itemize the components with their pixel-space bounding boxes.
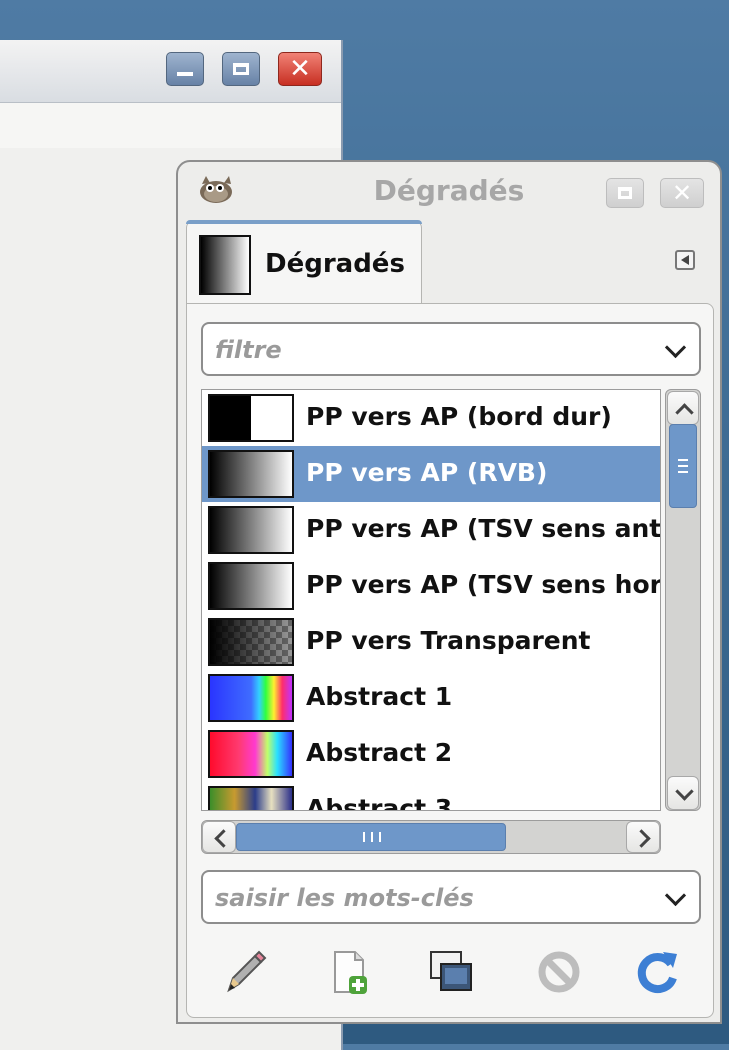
gradient-name: Abstract 2 (306, 738, 453, 767)
chevron-down-icon[interactable] (664, 336, 687, 359)
vertical-scroll-thumb[interactable] (669, 424, 697, 508)
scroll-left-button[interactable] (202, 821, 236, 853)
gradient-swatch (208, 506, 294, 554)
chevron-down-icon[interactable] (664, 884, 687, 907)
gradient-list[interactable]: PP vers AP (bord dur) PP vers AP (RVB) P… (201, 389, 661, 811)
pencil-icon[interactable] (221, 948, 269, 996)
gradient-name: PP vers AP (TSV sens horaire) (306, 570, 661, 599)
horizontal-scroll-thumb[interactable] (236, 823, 506, 851)
gradient-name: PP vers AP (bord dur) (306, 402, 612, 431)
list-item[interactable]: Abstract 1 (202, 670, 660, 726)
list-item[interactable]: Abstract 3 (202, 782, 660, 811)
minimize-icon (177, 72, 193, 76)
gradient-swatch (208, 450, 294, 498)
tab-gradients[interactable]: Dégradés (186, 220, 422, 304)
new-document-icon[interactable] (325, 948, 373, 996)
maximize-button[interactable] (222, 52, 260, 86)
gradient-swatch (208, 674, 294, 722)
tab-menu-button[interactable] (675, 250, 695, 270)
list-item[interactable]: Abstract 2 (202, 726, 660, 782)
maximize-icon (233, 63, 249, 75)
gradient-name: Abstract 3 (306, 794, 453, 811)
chevron-up-icon (675, 403, 694, 422)
gradient-swatch (208, 562, 294, 610)
gradient-tab-icon (199, 235, 251, 295)
tab-label: Dégradés (265, 249, 405, 279)
list-item[interactable]: PP vers Transparent (202, 614, 660, 670)
scroll-right-button[interactable] (626, 821, 660, 853)
chevron-down-icon (675, 782, 694, 801)
close-icon: ✕ (671, 179, 693, 207)
gradient-name: Abstract 1 (306, 682, 453, 711)
vertical-scrollbar[interactable] (665, 389, 701, 811)
filter-combo[interactable]: filtre (201, 322, 701, 376)
list-item[interactable]: PP vers AP (bord dur) (202, 390, 660, 446)
gradient-toolbar (201, 944, 701, 1000)
refresh-icon[interactable] (633, 948, 681, 996)
delete-icon[interactable] (535, 948, 583, 996)
list-item-selected[interactable]: PP vers AP (RVB) (202, 446, 660, 502)
gradient-swatch (208, 730, 294, 778)
grip-icon (678, 459, 688, 473)
scroll-down-button[interactable] (667, 776, 699, 810)
gradients-dialog: Dégradés ✕ Dégradés filtre PP vers AP (b… (176, 160, 722, 1024)
horizontal-scrollbar[interactable] (201, 820, 661, 854)
minimize-button[interactable] (166, 52, 204, 86)
background-window-titlebar[interactable]: ✕ (0, 40, 341, 103)
dialog-close-button[interactable]: ✕ (660, 178, 704, 208)
gradient-swatch (208, 786, 294, 810)
list-item[interactable]: PP vers AP (TSV sens anti-horaire) (202, 502, 661, 558)
scroll-up-button[interactable] (667, 391, 699, 425)
dialog-titlebar[interactable]: Dégradés ✕ (178, 162, 720, 220)
gradient-swatch (208, 394, 294, 442)
gradient-name: PP vers AP (RVB) (306, 458, 548, 487)
chevron-right-icon (632, 829, 651, 848)
gradient-swatch (208, 618, 294, 666)
gradient-name: PP vers AP (TSV sens anti-horaire) (306, 514, 661, 543)
gradient-name: PP vers Transparent (306, 626, 591, 655)
background-window-menubar (0, 103, 341, 150)
filter-placeholder: filtre (215, 336, 282, 364)
maximize-icon (618, 187, 632, 199)
close-icon: ✕ (289, 54, 311, 84)
list-item[interactable]: PP vers AP (TSV sens horaire) (202, 558, 661, 614)
dialog-maximize-button[interactable] (606, 178, 644, 208)
duplicate-icon[interactable] (427, 948, 475, 996)
tag-entry-combo[interactable]: saisir les mots-clés (201, 870, 701, 924)
close-button[interactable]: ✕ (278, 52, 322, 86)
gradients-panel: filtre PP vers AP (bord dur) PP vers AP … (186, 303, 714, 1018)
grip-icon (363, 832, 381, 842)
chevron-left-icon (214, 829, 233, 848)
tag-placeholder: saisir les mots-clés (215, 884, 474, 912)
